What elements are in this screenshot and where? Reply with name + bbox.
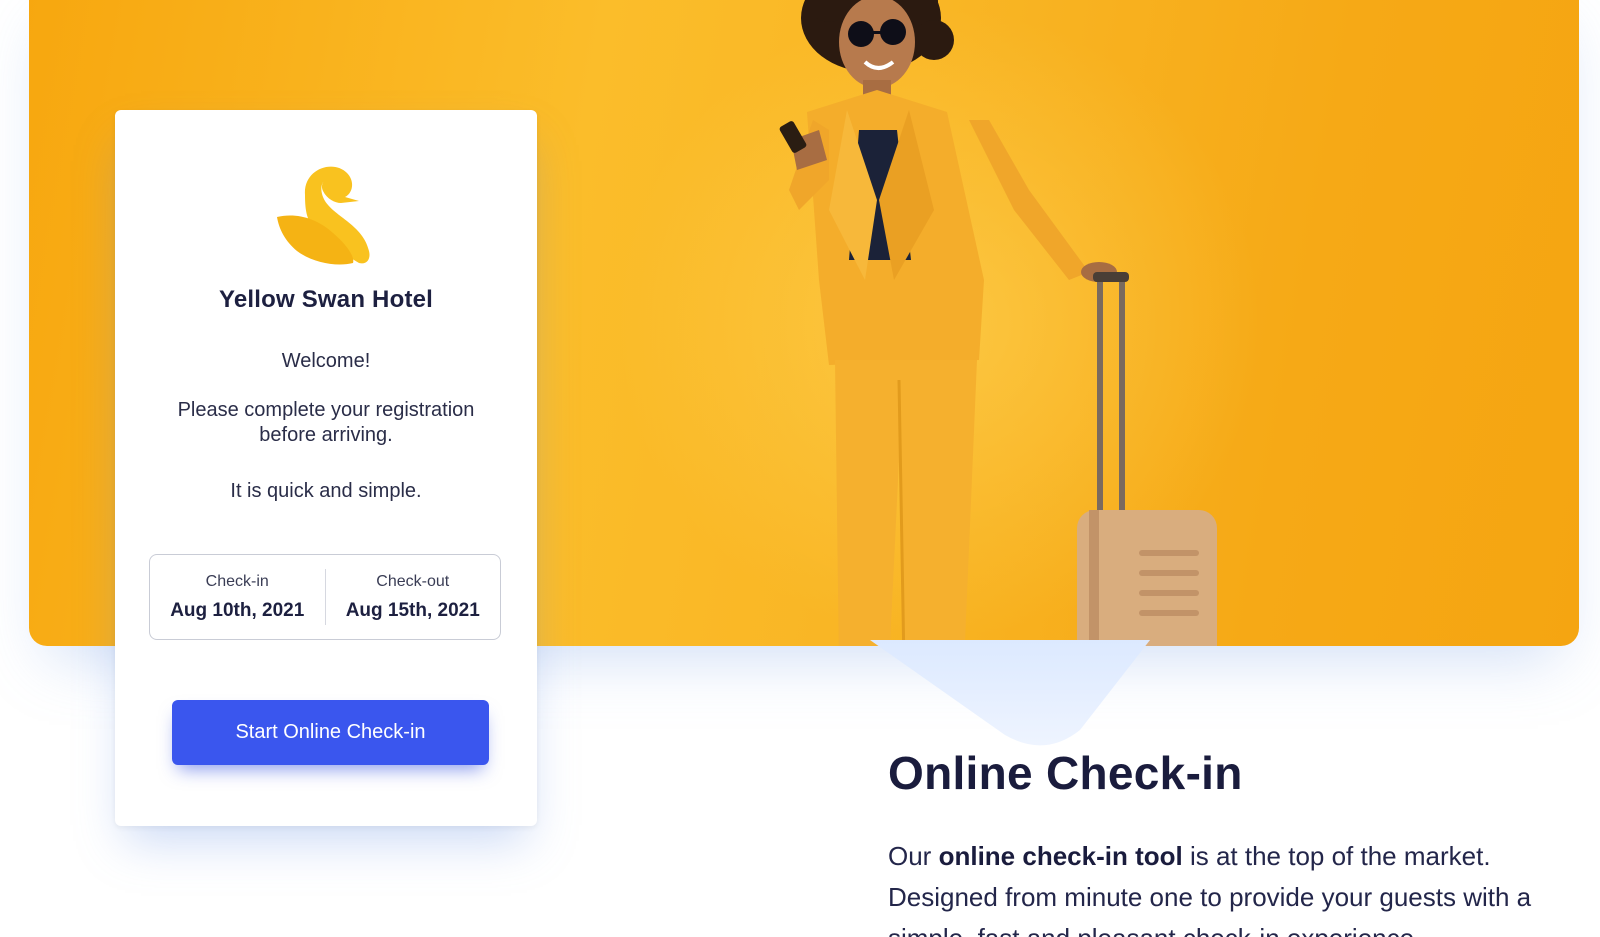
section-title: Online Check-in bbox=[888, 747, 1243, 799]
stay-dates-box: Check-in Aug 10th, 2021 Check-out Aug 15… bbox=[149, 554, 501, 640]
quick-note-text: It is quick and simple. bbox=[230, 480, 422, 502]
section-body-prefix: Our bbox=[888, 841, 939, 871]
hero-pointer-shape bbox=[870, 640, 1150, 746]
checkin-label: Check-in bbox=[205, 572, 269, 590]
checkout-label: Check-out bbox=[376, 572, 450, 590]
checkin-date: Aug 10th, 2021 bbox=[170, 599, 305, 621]
section-body: Our online check-in tool is at the top o… bbox=[888, 836, 1588, 937]
swan-logo-icon bbox=[277, 166, 370, 265]
checkin-card: Yellow Swan Hotel Welcome! Please comple… bbox=[115, 110, 537, 826]
hotel-name: Yellow Swan Hotel bbox=[218, 286, 434, 313]
start-online-checkin-button[interactable]: Start Online Check-in bbox=[172, 700, 489, 765]
instructions-text: Please complete your registration before… bbox=[177, 399, 475, 446]
welcome-text: Welcome! bbox=[281, 350, 371, 372]
section-body-bold: online check-in tool bbox=[938, 841, 1183, 871]
checkout-date-column: Check-out Aug 15th, 2021 bbox=[326, 555, 501, 639]
checkin-date-column: Check-in Aug 10th, 2021 bbox=[150, 555, 325, 639]
checkout-date: Aug 15th, 2021 bbox=[345, 599, 480, 621]
page: Yellow Swan Hotel Welcome! Please comple… bbox=[0, 0, 1600, 937]
